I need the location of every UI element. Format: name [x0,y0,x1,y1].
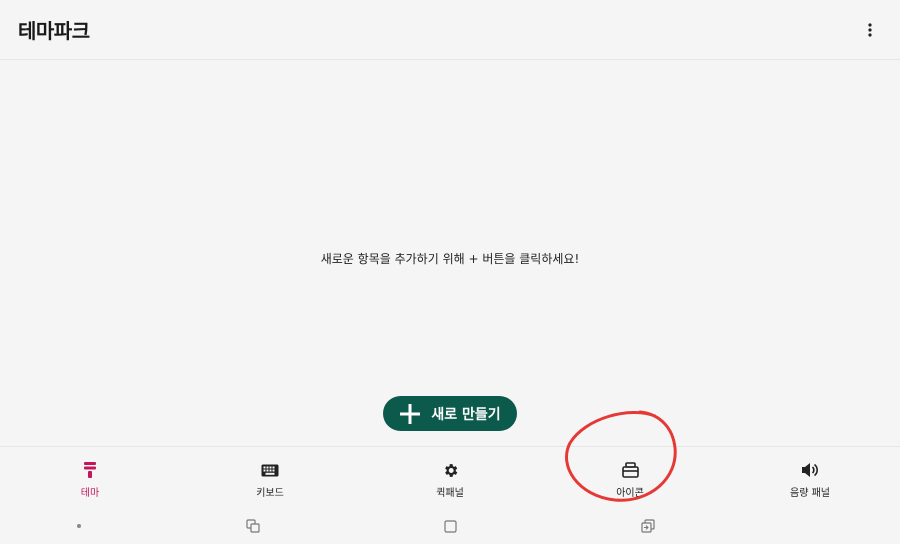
gear-icon [441,461,459,479]
nav-label-icons: 아이콘 [616,488,644,499]
switch-app-icon[interactable] [640,518,656,534]
system-navigation-bar [0,508,900,544]
nav-item-keyboard[interactable]: 키보드 [180,447,360,508]
plus-icon [400,403,421,424]
recent-apps-icon[interactable] [245,518,261,534]
volume-icon [801,461,819,479]
more-options-button[interactable] [858,18,882,42]
nav-label-theme: 테마 [80,488,100,499]
nav-label-volume-panel: 음량 패널 [790,488,830,499]
icon-pack-icon [621,461,639,479]
nav-item-volume-panel[interactable]: 음량 패널 [720,447,900,508]
dot-icon[interactable] [71,518,87,534]
bottom-navigation: 테마 키보드 퀵패널 아이콘 음량 패널 [0,446,900,508]
nav-item-icons[interactable]: 아이콘 [540,447,720,508]
page-title: 테마파크 [18,19,90,43]
nav-label-keyboard: 키보드 [256,488,284,499]
home-square-icon[interactable] [442,518,458,534]
nav-label-quick-panel: 퀵패널 [436,488,464,499]
nav-item-theme[interactable]: 테마 [0,447,180,508]
empty-state-message: 새로운 항목을 추가하기 위해 + 버튼을 클릭하세요! [320,252,580,266]
create-new-button[interactable]: 새로 만들기 [383,396,517,431]
app-bar: 테마파크 [0,0,900,60]
keyboard-icon [261,461,279,479]
create-new-label: 새로 만들기 [431,406,501,423]
more-vert-icon [868,22,872,37]
theme-icon [81,461,99,479]
nav-item-quick-panel[interactable]: 퀵패널 [360,447,540,508]
